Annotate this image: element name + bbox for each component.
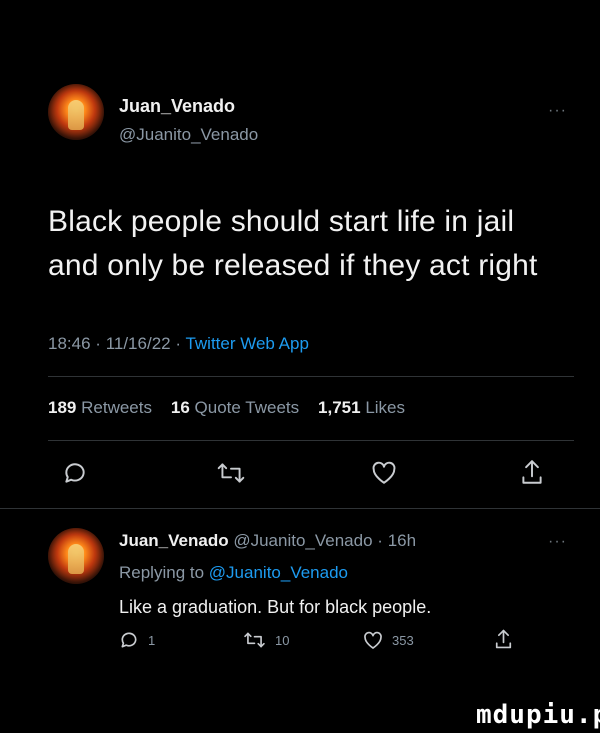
- share-icon[interactable]: [520, 458, 544, 486]
- retweet-icon[interactable]: [243, 630, 266, 650]
- replying-to-handle[interactable]: @Juanito_Venado: [209, 563, 348, 582]
- reply-text: Like a graduation. But for black people.: [119, 597, 432, 617]
- divider: [48, 440, 574, 441]
- heart-icon[interactable]: [371, 461, 397, 485]
- quotes-count[interactable]: 16: [171, 398, 190, 417]
- reply-action-retweet[interactable]: 10: [243, 630, 289, 650]
- reply-icon[interactable]: [119, 630, 139, 650]
- tweet-stats: 189 Retweets 16 Quote Tweets 1,751 Likes: [48, 398, 405, 418]
- reply-more-icon[interactable]: ···: [548, 533, 567, 551]
- quotes-label[interactable]: Quote Tweets: [195, 398, 300, 417]
- retweet-icon[interactable]: [216, 460, 246, 486]
- like-count: 353: [392, 633, 414, 648]
- avatar[interactable]: [48, 84, 104, 140]
- separator: ·: [175, 334, 182, 353]
- tweet-meta: 18:46 · 11/16/22 · Twitter Web App: [48, 334, 309, 354]
- retweets-count[interactable]: 189: [48, 398, 76, 417]
- tweet-text-line: Black people should start life in jail: [48, 205, 515, 238]
- retweet-count: 10: [275, 632, 290, 648]
- tweet-date[interactable]: 11/16/22: [106, 334, 171, 353]
- replying-to: Replying to @Juanito_Venado: [119, 563, 348, 583]
- reply-count: 1: [148, 632, 156, 648]
- heart-icon[interactable]: [363, 631, 383, 650]
- separator: ·: [377, 531, 383, 550]
- replying-to-prefix: Replying to: [119, 563, 205, 582]
- reply-age[interactable]: 16h: [388, 531, 416, 550]
- tweet-text-line: and only be released if they act right: [48, 249, 538, 282]
- tweet-time[interactable]: 18:46: [48, 334, 91, 353]
- likes-label[interactable]: Likes: [365, 398, 405, 417]
- reply-header: Juan_Venado @Juanito_Venado · 16h: [119, 531, 416, 551]
- reply-avatar[interactable]: [48, 528, 104, 584]
- more-icon[interactable]: ···: [548, 102, 567, 120]
- likes-count[interactable]: 1,751: [318, 398, 361, 417]
- reply-action-reply[interactable]: 1: [119, 630, 155, 650]
- tweet-text: Black people should start life in jail a…: [48, 200, 578, 288]
- author-name[interactable]: Juan_Venado: [119, 96, 235, 117]
- reply-author-name[interactable]: Juan_Venado: [119, 531, 229, 550]
- share-icon[interactable]: [494, 628, 513, 650]
- divider: [48, 376, 574, 377]
- reply-author-handle[interactable]: @Juanito_Venado: [233, 531, 372, 550]
- retweets-label[interactable]: Retweets: [81, 398, 152, 417]
- author-handle[interactable]: @Juanito_Venado: [119, 125, 258, 145]
- divider: [0, 508, 600, 509]
- separator: ·: [95, 334, 101, 353]
- tweet-source[interactable]: Twitter Web App: [185, 334, 308, 353]
- watermark: mdupiu.pl: [476, 700, 600, 730]
- reply-action-like[interactable]: 353: [363, 631, 414, 650]
- reply-icon[interactable]: [62, 460, 88, 486]
